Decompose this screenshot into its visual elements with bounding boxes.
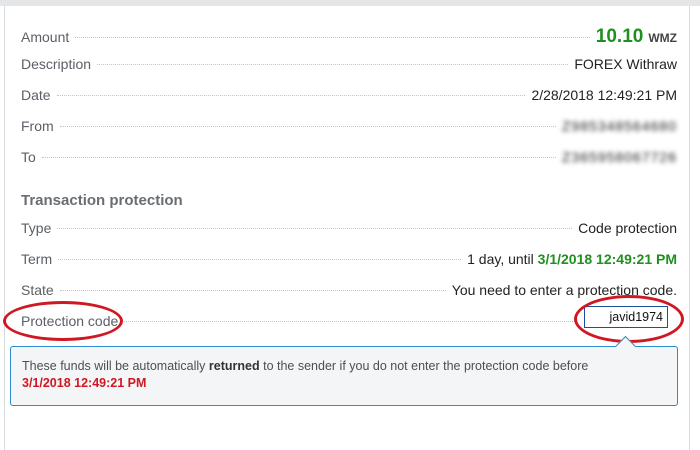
- to-label: To: [21, 149, 36, 165]
- leader-dots: [59, 126, 556, 127]
- leader-dots: [59, 290, 446, 291]
- to-row: To Z365958067726: [21, 149, 677, 171]
- leader-dots: [97, 64, 569, 65]
- state-row: State You need to enter a protection cod…: [21, 282, 677, 304]
- type-label: Type: [21, 220, 52, 236]
- type-row: Type Code protection: [21, 220, 677, 242]
- from-label: From: [21, 118, 54, 134]
- notice-text-part2: to the sender if you do not enter the pr…: [263, 359, 589, 373]
- amount-value-group: 10.10 WMZ: [596, 26, 677, 48]
- protection-notice-box: These funds will be automatically return…: [10, 335, 678, 406]
- from-row: From Z985348564680: [21, 118, 677, 140]
- description-row: Description FOREX Withraw: [21, 56, 677, 78]
- protection-code-row: Protection code: [21, 313, 581, 335]
- protection-code-input[interactable]: [584, 306, 668, 328]
- date-label: Date: [21, 87, 51, 103]
- state-value: You need to enter a protection code.: [451, 282, 677, 298]
- notice-deadline: 3/1/2018 12:49:21 PM: [22, 376, 147, 390]
- notice-emphasis: returned: [208, 359, 260, 373]
- leader-dots: [58, 259, 462, 260]
- leader-dots: [57, 228, 573, 229]
- date-row: Date 2/28/2018 12:49:21 PM: [21, 87, 677, 109]
- term-label: Term: [21, 251, 53, 267]
- protection-section-title: Transaction protection: [21, 192, 183, 209]
- amount-value: 10.10: [595, 26, 644, 47]
- protection-code-label: Protection code: [21, 313, 119, 329]
- to-purse-value: Z365958067726: [562, 149, 677, 165]
- leader-dots: [75, 37, 590, 38]
- leader-dots: [41, 157, 556, 158]
- description-label: Description: [21, 56, 92, 72]
- leader-dots: [124, 321, 575, 322]
- amount-currency: WMZ: [648, 31, 677, 45]
- state-label: State: [21, 282, 54, 298]
- description-value: FOREX Withraw: [574, 56, 677, 72]
- amount-row: Amount 10.10 WMZ: [21, 26, 677, 48]
- term-until-date: 3/1/2018 12:49:21 PM: [537, 251, 677, 267]
- term-value-group: 1 day, until 3/1/2018 12:49:21 PM: [467, 251, 677, 267]
- type-value: Code protection: [578, 220, 677, 236]
- term-row: Term 1 day, until 3/1/2018 12:49:21 PM: [21, 251, 677, 273]
- notice-text-part1: These funds will be automatically: [22, 359, 206, 373]
- amount-label: Amount: [21, 29, 70, 45]
- from-purse-value: Z985348564680: [562, 118, 677, 134]
- leader-dots: [56, 95, 526, 96]
- date-value: 2/28/2018 12:49:21 PM: [531, 87, 677, 103]
- term-prefix: 1 day, until: [467, 251, 534, 267]
